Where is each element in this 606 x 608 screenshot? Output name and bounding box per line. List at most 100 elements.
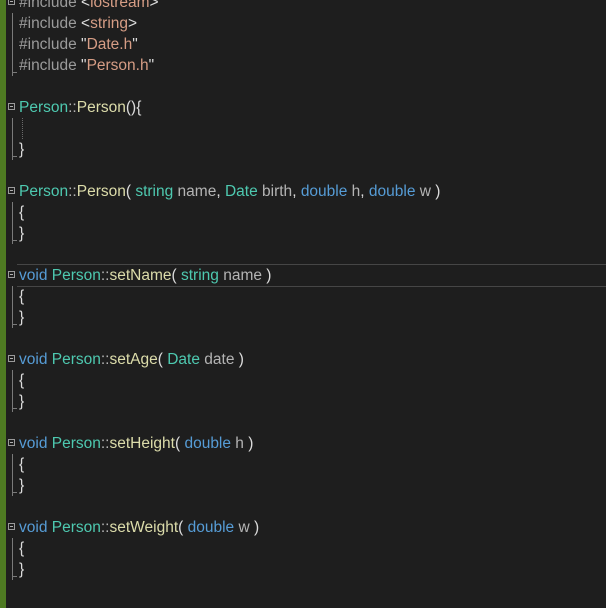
code-line[interactable] [0,244,606,265]
code-line[interactable] [0,580,606,601]
code-line[interactable]: { [0,370,606,391]
code-token: birth [257,183,293,200]
code-token: double [368,183,416,200]
code-line[interactable]: } [0,559,606,580]
code-token: ( [157,351,168,368]
code-token: Person [51,519,101,536]
code-text: #include "Person.h" [19,55,154,76]
code-token: Person [19,183,69,200]
code-token: } [19,477,25,494]
outline-guide [12,538,13,559]
code-token: :: [68,183,77,200]
fold-collapse-icon[interactable] [8,271,15,278]
code-line[interactable] [0,412,606,433]
code-line[interactable] [0,76,606,97]
fold-collapse-icon[interactable] [8,103,15,110]
code-text: void Person::setWeight( double w ) [19,517,259,538]
fold-collapse-icon[interactable] [8,0,15,5]
code-token: , [216,183,225,200]
code-text: } [19,307,24,328]
code-token: setHeight [109,435,175,452]
code-token: string [181,267,219,284]
indent-guide [22,118,23,139]
code-token: h [347,183,361,200]
code-text: } [19,139,24,160]
code-text: { [19,538,24,559]
code-token: Person [51,435,101,452]
code-line[interactable] [0,160,606,181]
code-token: Date.h [86,36,133,53]
code-text: { [19,454,24,475]
code-line[interactable]: } [0,307,606,328]
code-line[interactable]: { [0,454,606,475]
code-token: > [128,15,138,32]
code-editor[interactable]: #include <iostream> #include <string> #inc… [0,0,606,608]
code-token: < [81,0,91,11]
code-token: void [19,351,52,368]
code-line[interactable]: void Person::setName( string name ) [0,264,606,287]
code-text: Person::Person(){ [19,97,141,118]
code-line[interactable]: Person::Person( string name, Date birth,… [0,181,606,202]
code-line[interactable]: void Person::setHeight( double h ) [0,433,606,454]
outline-guide [12,223,17,244]
code-line[interactable]: } [0,391,606,412]
code-token: string [135,183,174,200]
code-line[interactable]: } [0,475,606,496]
code-token: } [19,393,25,410]
code-line[interactable] [0,118,606,139]
outline-guide [12,118,13,139]
code-token: " [148,57,155,74]
code-line[interactable]: #include <iostream> [0,0,606,13]
code-token: double [187,519,235,536]
code-token: ( [171,267,181,284]
code-token: w [234,519,250,536]
code-lines[interactable]: #include <iostream> #include <string> #inc… [0,0,606,601]
code-token: iostream [90,0,150,11]
code-line[interactable]: { [0,202,606,223]
code-token: name [218,267,262,284]
code-line[interactable]: } [0,223,606,244]
outline-guide [12,55,17,76]
code-token: date [199,351,235,368]
code-token: Person [76,183,126,200]
code-token: > [149,0,159,11]
code-token: , [360,183,369,200]
outline-guide [12,286,13,307]
code-token: } [19,309,25,326]
code-line[interactable] [0,496,606,517]
code-token: } [19,225,25,242]
code-line[interactable]: #include <string> [0,13,606,34]
code-token: :: [100,435,110,452]
code-line[interactable]: } [0,139,606,160]
code-token: :: [100,519,110,536]
code-token: #include [19,0,82,11]
code-line[interactable]: void Person::setWeight( double w ) [0,517,606,538]
code-token: void [19,435,52,452]
code-token: Date [224,183,258,200]
code-token: { [19,204,25,221]
fold-collapse-icon[interactable] [8,439,15,446]
code-line[interactable]: void Person::setAge( Date date ) [0,349,606,370]
code-text: Person::Person( string name, Date birth,… [19,181,440,202]
code-token: { [19,372,25,389]
code-token: :: [100,267,110,284]
outline-guide [12,13,13,34]
code-line[interactable]: #include "Date.h" [0,34,606,55]
code-token: setName [109,267,172,284]
code-line[interactable] [0,328,606,349]
fold-collapse-icon[interactable] [8,523,15,530]
code-token: } [19,561,25,578]
fold-collapse-icon[interactable] [8,187,15,194]
outline-guide [12,391,17,412]
outline-guide [12,454,13,475]
code-token: #include [19,15,82,32]
fold-collapse-icon[interactable] [8,355,15,362]
code-line[interactable]: { [0,538,606,559]
code-line[interactable]: Person::Person(){ [0,97,606,118]
code-line[interactable]: #include "Person.h" [0,55,606,76]
code-text: } [19,391,24,412]
code-token: setAge [109,351,158,368]
code-token: ) [262,267,272,284]
code-text: #include <iostream> [19,0,159,13]
code-line[interactable]: { [0,286,606,307]
